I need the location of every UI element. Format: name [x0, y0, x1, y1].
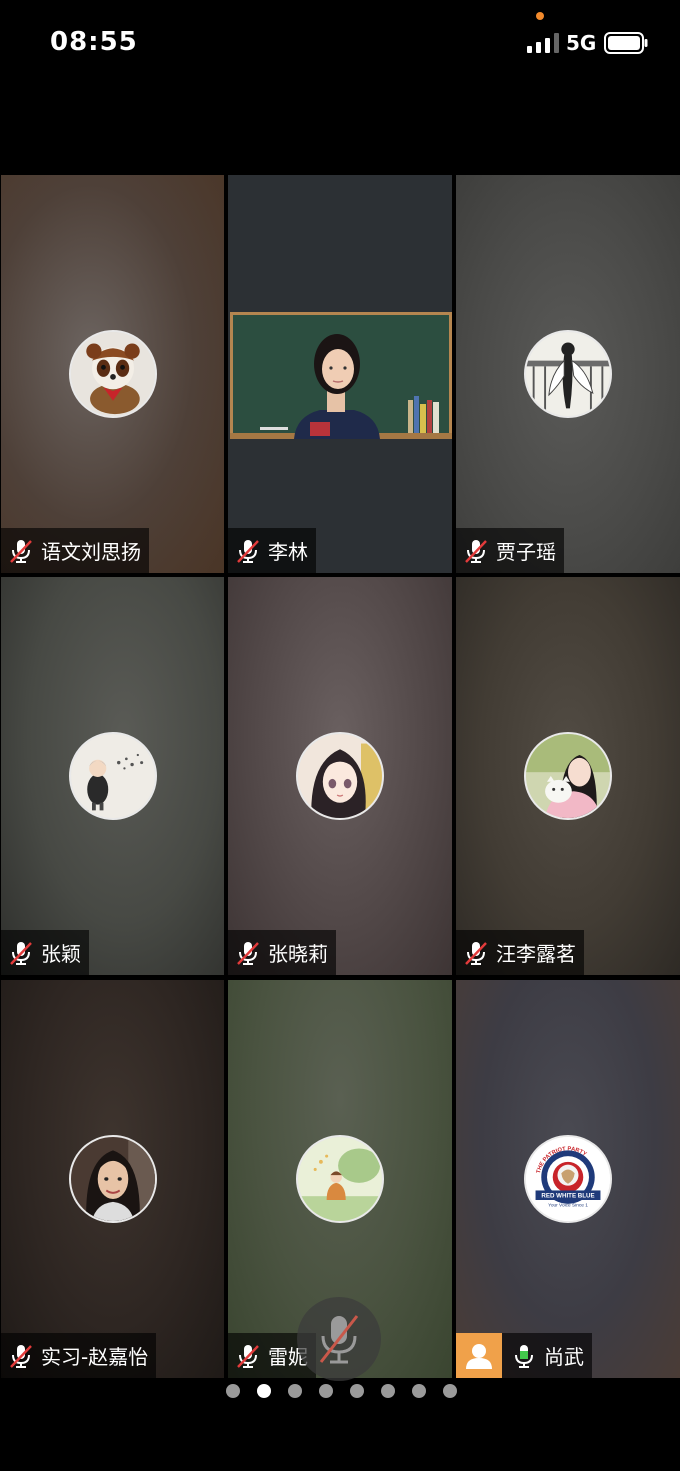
name-tag: 实习-赵嘉怡	[1, 1333, 157, 1378]
name-tag: 张颖	[1, 930, 89, 975]
ink-drawing-figure-icon	[526, 332, 610, 416]
participant-name: 张颖	[41, 942, 81, 966]
participant-tile[interactable]: 张颖	[1, 577, 224, 975]
mic-muted-icon	[237, 1344, 259, 1368]
name-tag: 贾子瑶	[456, 528, 564, 573]
illustrated-child-garden-icon	[298, 1137, 382, 1221]
participant-tile[interactable]: 张晓莉	[228, 577, 452, 975]
avatar	[296, 1135, 384, 1223]
page-indicator[interactable]	[0, 1384, 680, 1402]
participant-tile[interactable]: 实习-赵嘉怡	[1, 980, 224, 1378]
page-dot[interactable]	[442, 1384, 457, 1398]
avatar	[69, 330, 157, 418]
young-woman-photo-icon	[71, 1137, 155, 1221]
participant-name: 汪李露茗	[496, 942, 576, 966]
participant-name: 李林	[268, 540, 308, 564]
status-bar: 08:55 5G	[0, 0, 680, 90]
mic-muted-icon	[319, 1315, 359, 1364]
mic-muted-icon	[10, 941, 32, 965]
name-tag: 李林	[228, 528, 316, 573]
name-tag: 汪李露茗	[456, 930, 584, 975]
red-panda-plush-icon	[71, 332, 155, 416]
mic-active-icon	[515, 1344, 533, 1368]
mic-muted-icon	[10, 1344, 32, 1368]
avatar	[524, 732, 612, 820]
participant-name: 实习-赵嘉怡	[41, 1345, 149, 1369]
person-icon	[466, 1343, 492, 1369]
page-dot[interactable]	[380, 1384, 395, 1398]
avatar	[524, 330, 612, 418]
page-dot[interactable]	[225, 1384, 240, 1398]
host-indicator	[456, 1333, 502, 1378]
cellular-signal-icon	[527, 33, 559, 53]
participant-tile[interactable]: THE PATRIOT PARTY RED WHITE BLUE Your Vo…	[456, 980, 680, 1378]
girl-with-cat-icon	[526, 734, 610, 818]
page-dot[interactable]	[349, 1384, 364, 1398]
mic-muted-icon	[465, 539, 487, 563]
mute-toggle-button[interactable]	[297, 1297, 381, 1381]
mic-muted-icon	[465, 941, 487, 965]
participant-tile[interactable]: 贾子瑶	[456, 175, 680, 573]
anime-girl-icon	[298, 734, 382, 818]
participant-tile[interactable]: 语文刘思扬	[1, 175, 224, 573]
logo-banner-text: RED WHITE BLUE	[541, 1193, 594, 1200]
avatar	[69, 1135, 157, 1223]
page-dot[interactable]	[411, 1384, 426, 1398]
name-tag: 语文刘思扬	[1, 528, 149, 573]
network-type: 5G	[566, 31, 597, 55]
page-dot[interactable]	[318, 1384, 333, 1398]
name-tag: 尚武	[502, 1333, 592, 1378]
participant-name: 尚武	[544, 1345, 584, 1369]
battery-icon	[604, 32, 648, 54]
participant-name: 贾子瑶	[496, 540, 556, 564]
mic-muted-icon	[237, 941, 259, 965]
avatar: THE PATRIOT PARTY RED WHITE BLUE Your Vo…	[524, 1135, 612, 1223]
page-dot-active[interactable]	[256, 1384, 271, 1398]
logo-bottom-text: Your Voice Since 1	[548, 1203, 588, 1209]
mic-muted-icon	[10, 539, 32, 563]
participant-name: 张晓莉	[268, 942, 328, 966]
participant-tile[interactable]: 李林	[228, 175, 452, 573]
cartoon-child-bubbles-icon	[71, 734, 155, 818]
avatar	[296, 732, 384, 820]
participant-tile[interactable]: 汪李露茗	[456, 577, 680, 975]
mic-muted-icon	[237, 539, 259, 563]
participant-name: 语文刘思扬	[41, 540, 141, 564]
avatar	[69, 732, 157, 820]
recording-indicator-dot	[536, 12, 544, 20]
name-tag: 张晓莉	[228, 930, 336, 975]
page-dot[interactable]	[287, 1384, 302, 1398]
clock: 08:55	[50, 27, 138, 57]
patriot-party-logo: THE PATRIOT PARTY RED WHITE BLUE Your Vo…	[526, 1137, 610, 1221]
participant-grid: 语文刘思扬 李林 贾子瑶 张颖 张晓莉 汪李露茗 实习-赵嘉怡 雷妮 THE P…	[0, 174, 680, 1379]
camera-video-feed	[230, 312, 452, 439]
